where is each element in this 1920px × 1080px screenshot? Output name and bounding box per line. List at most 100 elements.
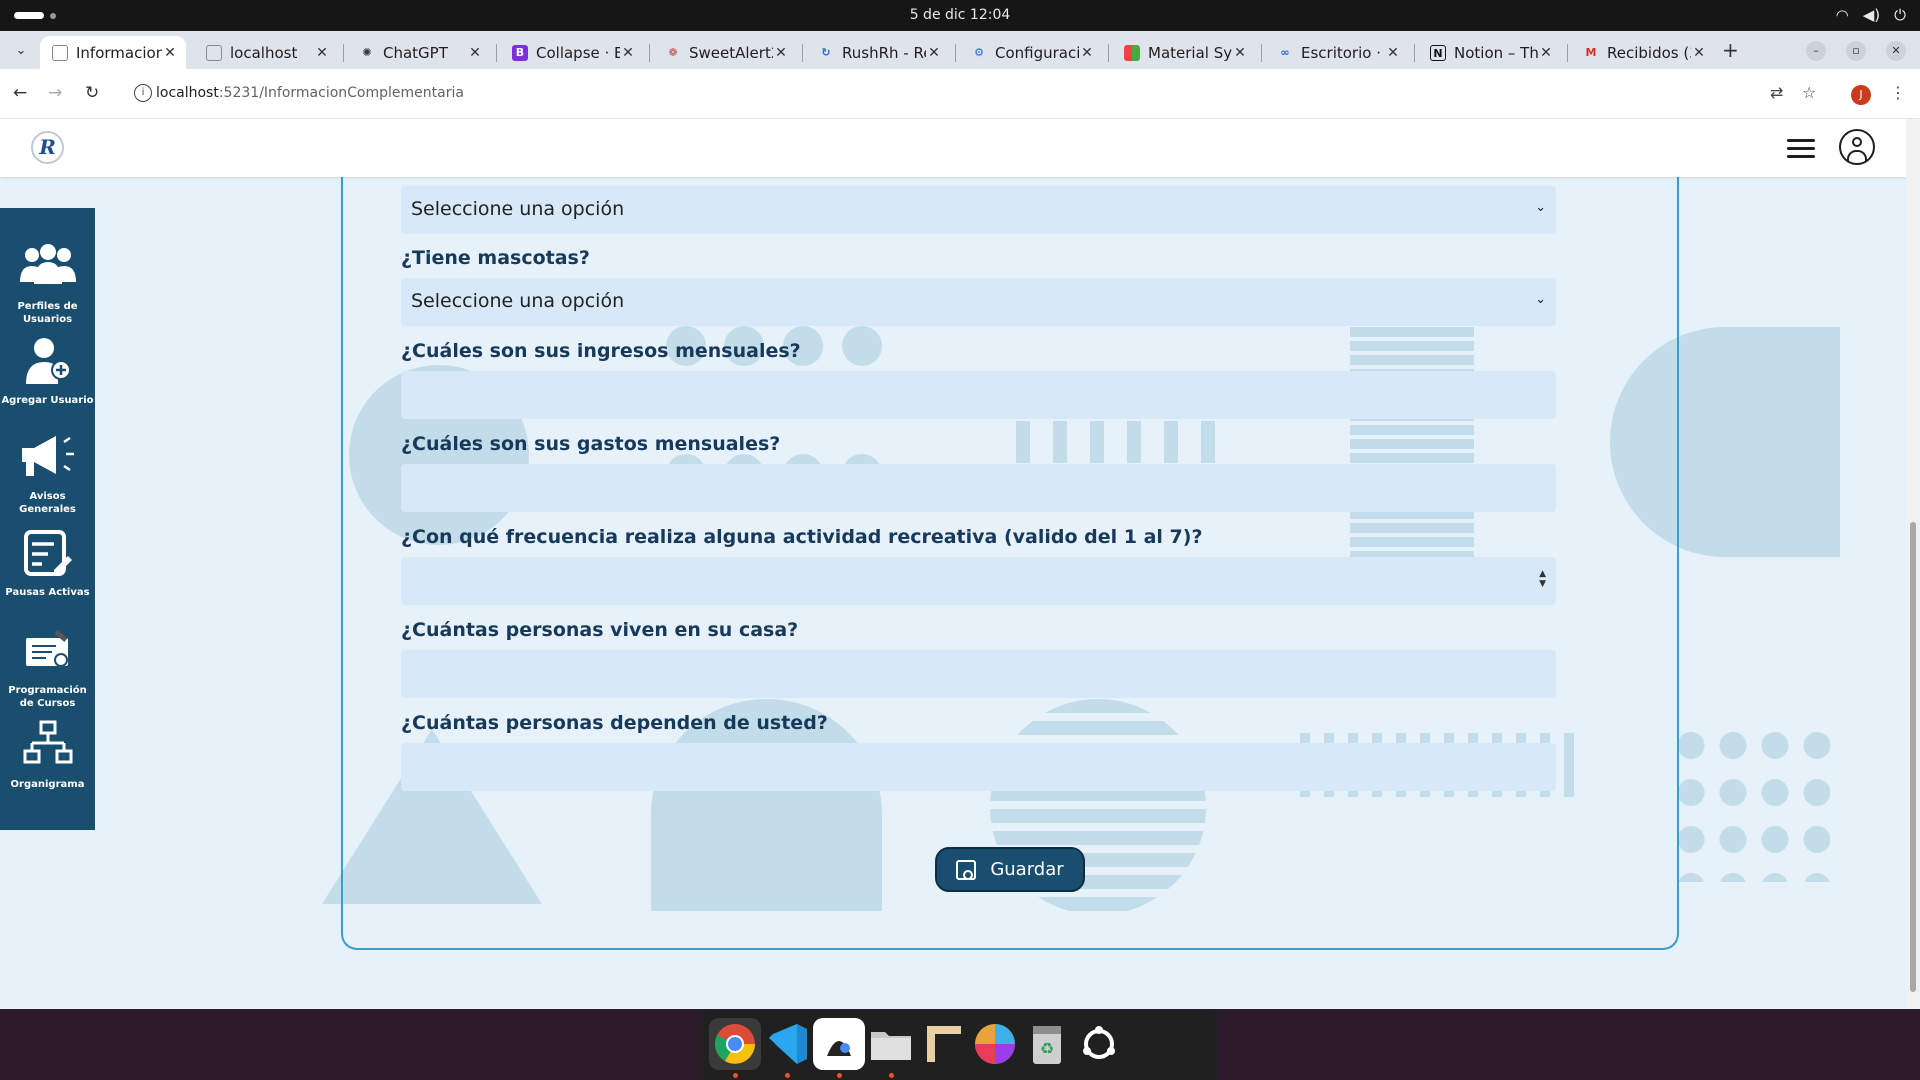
close-icon[interactable]: ✕ [1079, 45, 1095, 61]
tab-title: Notion – Th [1454, 43, 1538, 62]
page-scrollbar[interactable] [1906, 119, 1920, 1009]
megaphone-icon [21, 436, 74, 476]
ingresos-input[interactable] [401, 371, 1556, 419]
running-indicator [889, 1073, 894, 1078]
tab-title: Collapse · Bo [536, 43, 620, 62]
tab-title: Configuraci [995, 43, 1079, 62]
label-ingresos: ¿Cuáles son sus ingresos mensuales? [401, 340, 801, 362]
user-account-icon[interactable] [1839, 129, 1875, 165]
sidebar-item-label: Organigrama [10, 779, 85, 790]
trash-app[interactable]: ♻ [1021, 1018, 1073, 1070]
site-info-icon[interactable]: i [134, 84, 152, 102]
system-clock[interactable]: 5 de dic 12:04 [0, 7, 1920, 23]
browser-menu-icon[interactable]: ⋮ [1890, 83, 1906, 102]
wifi-icon: ◠ [1835, 6, 1849, 24]
hamburger-menu-icon[interactable] [1787, 139, 1815, 159]
floppy-disk-icon [956, 859, 977, 880]
gear-icon: ⚙ [974, 45, 984, 59]
vscode-app[interactable] [761, 1018, 813, 1070]
tab-material[interactable]: Material Syr ✕ [1112, 36, 1256, 69]
trash-icon: ♻ [1033, 1026, 1061, 1064]
app-logo[interactable]: R [31, 131, 64, 164]
sidebar-item-perfiles[interactable]: Perfiles de Usuarios [0, 242, 95, 326]
profile-avatar[interactable]: J [1851, 85, 1871, 105]
reload-icon[interactable]: ↻ [85, 83, 99, 103]
files-app[interactable] [865, 1018, 917, 1070]
bookmark-star-icon[interactable]: ☆ [1802, 83, 1816, 102]
sidebar: Perfiles de Usuarios Agregar Usuario Avi… [0, 208, 95, 830]
select-mascotas[interactable]: Seleccione una opción ⌄ [401, 278, 1556, 326]
save-button-label: Guardar [990, 859, 1064, 880]
users-icon [19, 244, 76, 284]
tab-collapse[interactable]: B Collapse · Bo ✕ [500, 36, 644, 69]
translate-icon[interactable]: ⇄ [1770, 83, 1783, 102]
sidebar-item-organigrama[interactable]: Organigrama [0, 720, 95, 791]
back-arrow-icon[interactable]: ← [13, 83, 27, 103]
sidebar-item-pausas[interactable]: Pausas Activas [0, 528, 95, 599]
tab-gmail[interactable]: M Recibidos (3 ✕ [1571, 36, 1715, 69]
label-mascotas: ¿Tiene mascotas? [401, 247, 590, 269]
close-icon[interactable]: ✕ [1385, 45, 1401, 61]
close-icon[interactable]: ✕ [1232, 45, 1248, 61]
inkscape-app[interactable] [813, 1018, 865, 1070]
save-button[interactable]: Guardar [935, 847, 1085, 892]
tab-divider [1567, 44, 1568, 62]
dependen-input[interactable] [401, 743, 1556, 791]
show-apps-button[interactable] [1073, 1018, 1125, 1070]
tab-chatgpt[interactable]: ✺ ChatGPT ✕ [347, 36, 491, 69]
tab-title: Escritorio · V [1301, 43, 1385, 62]
rushrh-icon: ↻ [821, 45, 831, 59]
tab-localhost[interactable]: localhost ✕ [194, 36, 338, 69]
window-close-icon[interactable]: ✕ [1886, 41, 1906, 61]
tab-escritorio[interactable]: ∞ Escritorio · V ✕ [1265, 36, 1409, 69]
number-spinner-icon[interactable]: ▲ ▼ [1539, 569, 1546, 589]
tab-title: RushRh - Re [842, 43, 926, 62]
close-icon[interactable]: ✕ [162, 45, 178, 61]
close-icon[interactable]: ✕ [467, 45, 483, 61]
color-picker-app[interactable] [969, 1018, 1021, 1070]
close-icon[interactable]: ✕ [620, 45, 636, 61]
tab-rushrh[interactable]: ↻ RushRh - Re ✕ [806, 36, 950, 69]
close-icon[interactable]: ✕ [1691, 45, 1707, 61]
new-tab-plus-icon[interactable]: + [1722, 38, 1739, 62]
svg-text:♻: ♻ [1040, 1039, 1054, 1058]
url-host: localhost [156, 85, 219, 101]
app-launcher-ruler[interactable] [917, 1018, 969, 1070]
tab-title: Recibidos (3 [1607, 43, 1691, 62]
close-icon[interactable]: ✕ [773, 45, 789, 61]
system-tray[interactable]: ◠ ◀) ⏻ [1836, 6, 1906, 24]
escritorio-icon: ∞ [1280, 45, 1290, 59]
running-indicator [785, 1073, 790, 1078]
select-previous-question[interactable]: Seleccione una opción ⌄ [401, 186, 1556, 234]
sidebar-item-avisos[interactable]: Avisos Generales [0, 432, 95, 516]
os-top-bar: 5 de dic 12:04 ◠ ◀) ⏻ [0, 0, 1920, 31]
personas-casa-input[interactable] [401, 650, 1556, 698]
forward-arrow-icon[interactable]: → [48, 83, 62, 103]
sidebar-item-label: Avisos Generales [19, 491, 76, 515]
ubuntu-icon [1083, 1026, 1115, 1059]
certificate-icon [25, 630, 68, 667]
tab-informacion[interactable]: Informacion ✕ [40, 36, 186, 69]
label-gastos: ¿Cuáles son sus gastos mensuales? [401, 433, 781, 455]
sidebar-item-agregar-usuario[interactable]: Agregar Usuario [0, 336, 95, 407]
url-text[interactable]: localhost:5231/InformacionComplementaria [156, 85, 464, 101]
tab-search-chevron-icon[interactable]: ⌄ [10, 40, 32, 62]
restore-icon[interactable]: ▫ [1846, 41, 1866, 61]
minimize-icon[interactable]: – [1806, 41, 1826, 61]
close-icon[interactable]: ✕ [314, 45, 330, 61]
close-icon[interactable]: ✕ [926, 45, 942, 61]
chatgpt-icon: ✺ [362, 45, 372, 59]
close-icon[interactable]: ✕ [1538, 45, 1554, 61]
frecuencia-number-input[interactable]: ▲ ▼ [401, 557, 1556, 605]
address-bar[interactable]: i localhost:5231/InformacionComplementar… [128, 78, 1768, 110]
tab-notion[interactable]: N Notion – Th ✕ [1418, 36, 1562, 69]
scrollbar-thumb[interactable] [1910, 522, 1916, 992]
tab-configuracion[interactable]: ⚙ Configuraci ✕ [959, 36, 1103, 69]
label-dependen: ¿Cuántas personas dependen de usted? [401, 712, 828, 734]
gastos-input[interactable] [401, 464, 1556, 512]
tab-sweetalert[interactable]: ❁ SweetAlert2 ✕ [653, 36, 797, 69]
sidebar-item-label: Programación de Cursos [8, 685, 87, 709]
sidebar-item-cursos[interactable]: Programación de Cursos [0, 626, 95, 710]
ruler-icon [927, 1026, 961, 1062]
chrome-app[interactable] [709, 1018, 761, 1070]
